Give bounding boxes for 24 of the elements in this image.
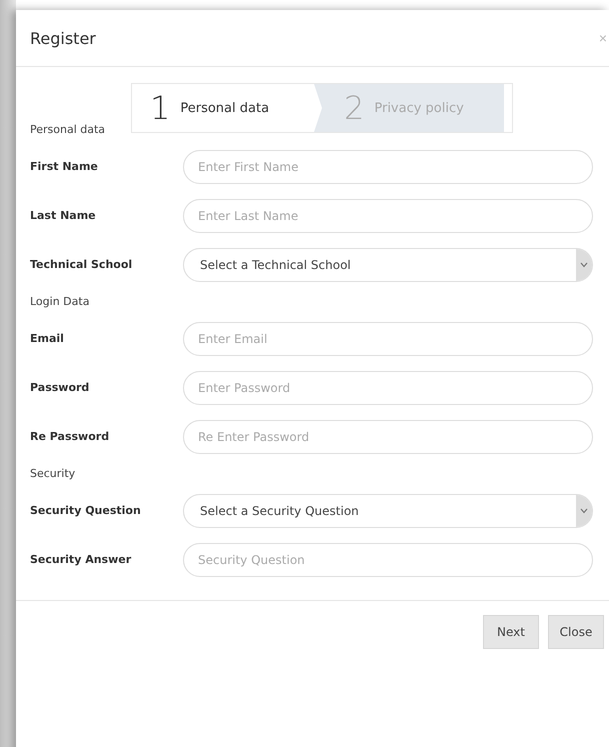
chevron-down-icon <box>580 508 588 514</box>
input-field[interactable]: Re Enter Password <box>183 420 593 454</box>
dialog-title: Register <box>30 28 96 48</box>
field-label: Last Name <box>30 208 97 222</box>
input-field[interactable]: Enter Password <box>183 371 593 405</box>
chevron-down-icon <box>580 262 588 268</box>
field-label: Security Answer <box>30 552 132 566</box>
select-dropdown[interactable]: Select a Security Question <box>183 494 593 528</box>
field-label: Re Password <box>30 429 110 443</box>
close-footer-button[interactable]: Close <box>548 615 604 649</box>
input-field[interactable]: Enter First Name <box>183 150 593 184</box>
section-heading: Login Data <box>30 295 90 308</box>
field-label: First Name <box>30 159 99 173</box>
field-label: Password <box>30 380 90 394</box>
select-dropdown[interactable]: Select a Technical School <box>183 248 593 282</box>
section-heading: Personal data <box>30 123 106 136</box>
field-label: Email <box>30 331 65 345</box>
section-heading: Security <box>30 467 76 480</box>
input-field[interactable]: Enter Email <box>183 322 593 356</box>
next-button[interactable]: Next <box>483 615 539 649</box>
input-field[interactable]: Security Question <box>183 543 593 577</box>
field-label: Security Question <box>30 503 142 517</box>
field-label: Technical School <box>30 257 134 271</box>
input-field[interactable]: Enter Last Name <box>183 199 593 233</box>
